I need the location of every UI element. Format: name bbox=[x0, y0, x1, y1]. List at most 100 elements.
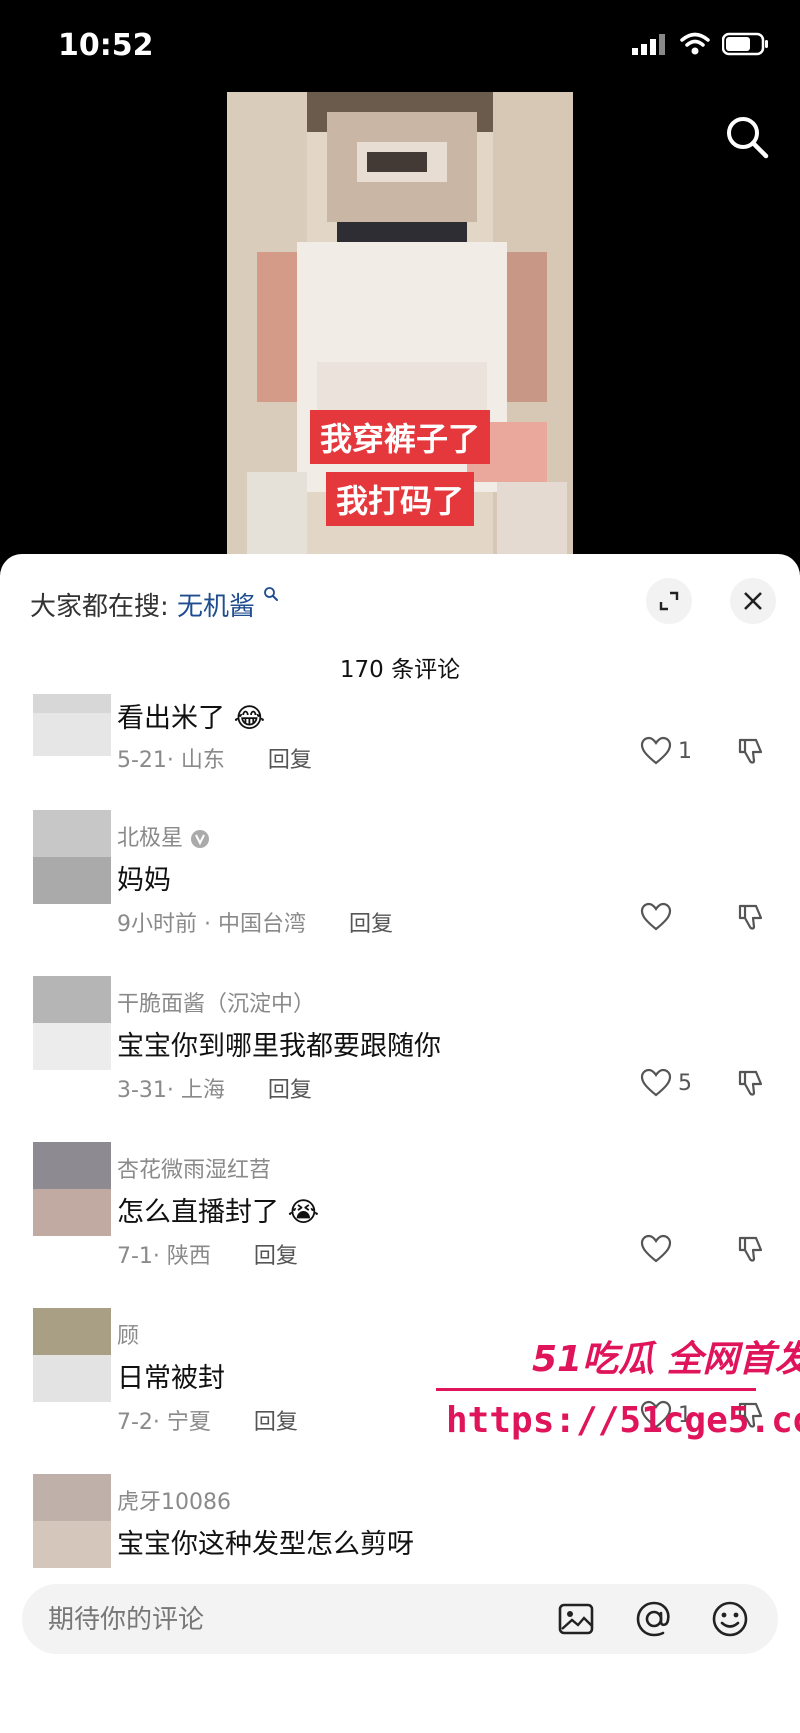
username[interactable]: 顾 bbox=[117, 1318, 139, 1350]
avatar-top bbox=[33, 1142, 111, 1189]
emoji-icon[interactable] bbox=[710, 1599, 750, 1639]
status-bar: 10:52 bbox=[0, 0, 800, 90]
search-small-icon bbox=[264, 587, 279, 601]
dislike-icon[interactable] bbox=[736, 1400, 766, 1430]
battery-icon bbox=[722, 32, 768, 56]
avatar[interactable] bbox=[33, 1474, 111, 1568]
avatar[interactable] bbox=[33, 976, 111, 1070]
avatar-top bbox=[33, 810, 111, 857]
comment-input-bar bbox=[22, 1584, 778, 1656]
comment-text-body: 看出米了 bbox=[117, 703, 225, 734]
wifi-icon bbox=[680, 32, 710, 55]
comment-text: 宝宝你到哪里我都要跟随你 bbox=[117, 1024, 441, 1063]
like-button[interactable] bbox=[640, 1234, 678, 1264]
comment-emoji: 😂 bbox=[233, 703, 266, 734]
avatar[interactable] bbox=[33, 1308, 111, 1402]
username[interactable]: 干脆面酱（沉淀中） bbox=[117, 986, 315, 1018]
comment-meta: 7-2· 宁夏 回复 bbox=[117, 1404, 298, 1436]
status-time: 10:52 bbox=[58, 28, 154, 63]
reply-button[interactable]: 回复 bbox=[349, 912, 393, 937]
avatar-bottom bbox=[33, 1521, 111, 1568]
expand-icon bbox=[659, 591, 679, 611]
avatar-top bbox=[33, 976, 111, 1023]
comment-text: 妈妈 bbox=[117, 858, 171, 897]
reply-button[interactable]: 回复 bbox=[254, 1410, 298, 1435]
comment-meta: 5-21· 山东 回复 bbox=[117, 742, 312, 774]
comment-item[interactable]: 北极星 妈妈 9小时前 · 中国台湾 回复 bbox=[0, 810, 800, 970]
comment-text-body: 妈妈 bbox=[117, 865, 171, 896]
username[interactable]: 北极星 bbox=[117, 820, 210, 852]
search-icon bbox=[727, 117, 769, 159]
comment-text: 看出米了 😂 bbox=[117, 696, 265, 735]
avatar[interactable] bbox=[33, 810, 111, 904]
avatar-bottom bbox=[33, 712, 111, 756]
close-button[interactable] bbox=[730, 578, 776, 624]
heart-icon bbox=[640, 1068, 672, 1097]
reply-button[interactable]: 回复 bbox=[268, 1078, 312, 1103]
comment-text: 日常被封 bbox=[117, 1356, 225, 1395]
video-caption-1: 我穿裤子了 bbox=[309, 410, 491, 464]
comment-text-body: 宝宝你到哪里我都要跟随你 bbox=[117, 1031, 441, 1062]
comment-item[interactable]: 杏花微雨湿红苕 怎么直播封了 😭 7-1· 陕西 回复 bbox=[0, 1142, 800, 1302]
comment-item[interactable]: 干脆面酱（沉淀中） 宝宝你到哪里我都要跟随你 3-31· 上海 回复 5 bbox=[0, 976, 800, 1136]
close-icon bbox=[744, 592, 762, 610]
reply-button[interactable]: 回复 bbox=[254, 1244, 298, 1269]
image-icon[interactable] bbox=[556, 1599, 596, 1639]
status-icons bbox=[632, 32, 770, 56]
comment-meta: 9小时前 · 中国台湾 回复 bbox=[117, 906, 393, 938]
dislike-icon[interactable] bbox=[736, 1068, 766, 1098]
heart-icon bbox=[640, 736, 672, 765]
comment-meta: 3-31· 上海 回复 bbox=[117, 1072, 312, 1104]
comment-date: 3-31· 上海 bbox=[117, 1078, 225, 1103]
comment-text: 怎么直播封了 😭 bbox=[117, 1190, 319, 1229]
comment-input[interactable] bbox=[46, 1584, 530, 1656]
trending-search-keyword[interactable]: 无机酱 bbox=[177, 592, 255, 622]
verified-badge-icon bbox=[191, 830, 210, 848]
username[interactable]: 虎牙10086 bbox=[117, 1484, 231, 1516]
reply-button[interactable]: 回复 bbox=[268, 748, 312, 773]
trending-search[interactable]: 大家都在搜: 无机酱 bbox=[30, 586, 279, 623]
signal-icon bbox=[632, 34, 665, 55]
username-text: 北极星 bbox=[117, 826, 184, 851]
avatar-top bbox=[33, 1474, 111, 1521]
avatar-top bbox=[33, 1308, 111, 1355]
dislike-icon[interactable] bbox=[736, 902, 766, 932]
like-count: 5 bbox=[678, 1070, 692, 1096]
avatar[interactable] bbox=[33, 694, 111, 756]
comment-date: 7-2· 宁夏 bbox=[117, 1410, 211, 1435]
comment-date: 5-21· 山东 bbox=[117, 748, 225, 773]
comment-item[interactable]: 顾 日常被封 7-2· 宁夏 回复 1 bbox=[0, 1308, 800, 1468]
like-button[interactable]: 1 bbox=[640, 736, 692, 766]
avatar-bottom bbox=[33, 1189, 111, 1236]
search-button[interactable] bbox=[722, 112, 772, 162]
comment-date: 9小时前 · 中国台湾 bbox=[117, 912, 306, 937]
comment-text-body: 宝宝你这种发型怎么剪呀 bbox=[117, 1529, 414, 1560]
mention-icon[interactable] bbox=[634, 1599, 674, 1639]
video-thumbnail: 我穿裤子了 我打码了 bbox=[227, 92, 573, 562]
comment-emoji: 😭 bbox=[287, 1197, 320, 1228]
like-button[interactable]: 5 bbox=[640, 1068, 692, 1098]
like-count: 1 bbox=[678, 738, 692, 764]
video-player[interactable]: 我穿裤子了 我打码了 bbox=[0, 90, 800, 562]
comment-text: 宝宝你这种发型怎么剪呀 bbox=[117, 1522, 414, 1561]
username[interactable]: 杏花微雨湿红苕 bbox=[117, 1152, 271, 1184]
like-button[interactable]: 1 bbox=[640, 1400, 692, 1430]
heart-icon bbox=[640, 1234, 672, 1263]
avatar-bottom bbox=[33, 857, 111, 904]
like-button[interactable] bbox=[640, 902, 678, 932]
comment-list[interactable]: 看出米了 😂 5-21· 山东 回复 1 北极星 妈妈 9小时前 · 中国台湾 … bbox=[0, 694, 800, 1574]
comment-date: 7-1· 陕西 bbox=[117, 1244, 211, 1269]
dislike-icon[interactable] bbox=[736, 736, 766, 766]
comment-item[interactable]: 虎牙10086 宝宝你这种发型怎么剪呀 bbox=[0, 1474, 800, 1574]
video-caption-2: 我打码了 bbox=[325, 472, 475, 526]
like-count: 1 bbox=[678, 1402, 692, 1428]
comment-meta: 7-1· 陕西 回复 bbox=[117, 1238, 298, 1270]
expand-button[interactable] bbox=[646, 578, 692, 624]
comment-text-body: 日常被封 bbox=[117, 1363, 225, 1394]
avatar-bottom bbox=[33, 1023, 111, 1070]
dislike-icon[interactable] bbox=[736, 1234, 766, 1264]
comment-text-body: 怎么直播封了 bbox=[117, 1197, 279, 1228]
heart-icon bbox=[640, 902, 672, 931]
avatar[interactable] bbox=[33, 1142, 111, 1236]
comment-count: 170 条评论 bbox=[339, 657, 461, 683]
